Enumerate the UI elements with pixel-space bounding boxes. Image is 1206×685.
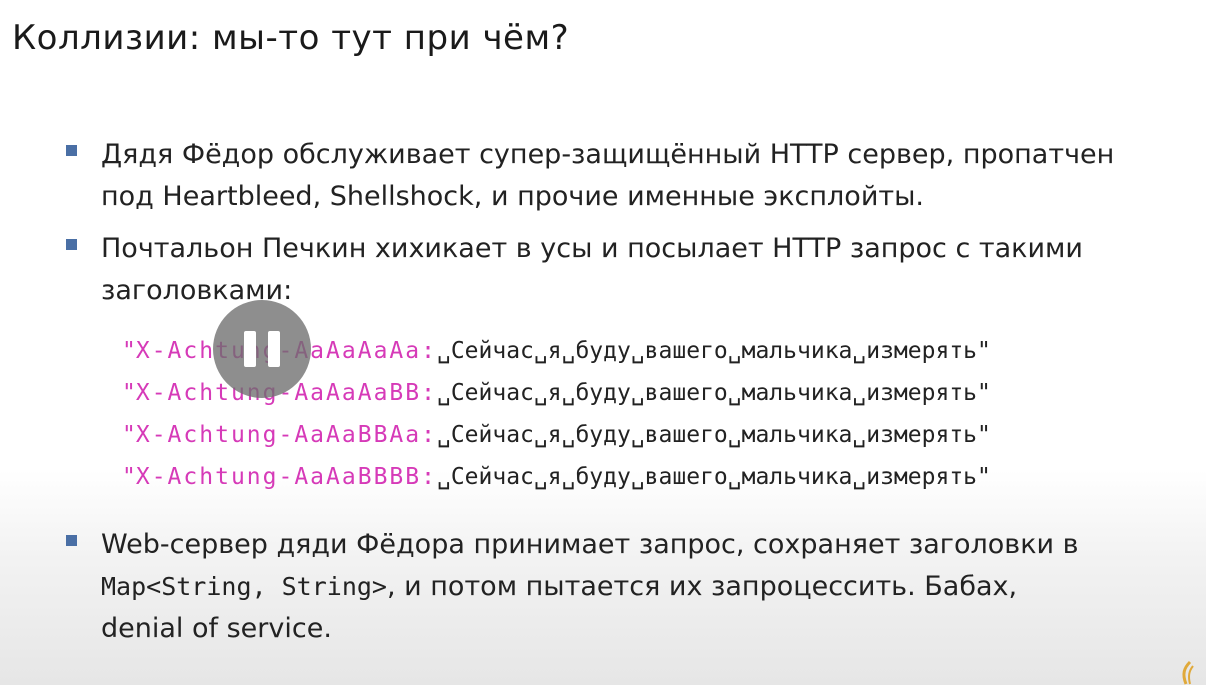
pause-icon — [268, 331, 280, 367]
header-key: X-Achtung-AaAaBBBB: — [135, 464, 437, 490]
corner-logo-icon — [1182, 660, 1194, 685]
square-bullet-icon — [66, 145, 77, 156]
bullet-text-3-line-3: denial of service. — [101, 613, 332, 644]
header-line: "X-Achtung-AaAaBBBB:␣Сейчас␣я␣буду␣вашег… — [122, 464, 991, 490]
pause-button[interactable] — [213, 300, 311, 398]
bullet-text-3-line-1: Web-сервер дяди Фёдора принимает запрос,… — [101, 529, 1079, 560]
header-value: ␣Сейчас␣я␣буду␣вашего␣мальчика␣измерять" — [436, 338, 991, 364]
pause-icon — [244, 331, 256, 367]
bullet-text-3-line-2: Map<String, String>, и потом пытается их… — [101, 571, 1018, 602]
bullet-text-2-line-1: Почтальон Печкин хихикает в усы и посыла… — [101, 233, 1083, 264]
slide-title: Коллизии: мы-то тут при чём? — [12, 18, 570, 58]
header-value: ␣Сейчас␣я␣буду␣вашего␣мальчика␣измерять" — [436, 380, 991, 406]
bullet-text-1-line-1: Дядя Фёдор обслуживает супер-защищённый … — [101, 139, 1115, 170]
square-bullet-icon — [66, 239, 77, 250]
header-value: ␣Сейчас␣я␣буду␣вашего␣мальчика␣измерять" — [436, 464, 991, 490]
bullet-item-2: Почтальон Печкин хихикает в усы и посыла… — [66, 228, 1083, 312]
bullet-item-1: Дядя Фёдор обслуживает супер-защищённый … — [66, 134, 1114, 218]
inline-code: Map<String, String> — [101, 572, 387, 601]
header-key: X-Achtung-AaAaBBAa: — [135, 422, 437, 448]
bullet-item-3: Web-сервер дяди Фёдора принимает запрос,… — [66, 524, 1079, 650]
bullet-text-1-line-2: под Heartbleed, Shellshock, и прочие име… — [101, 181, 924, 212]
square-bullet-icon — [66, 535, 77, 546]
header-line: "X-Achtung-AaAaBBAa:␣Сейчас␣я␣буду␣вашег… — [122, 422, 991, 448]
header-value: ␣Сейчас␣я␣буду␣вашего␣мальчика␣измерять" — [436, 422, 991, 448]
